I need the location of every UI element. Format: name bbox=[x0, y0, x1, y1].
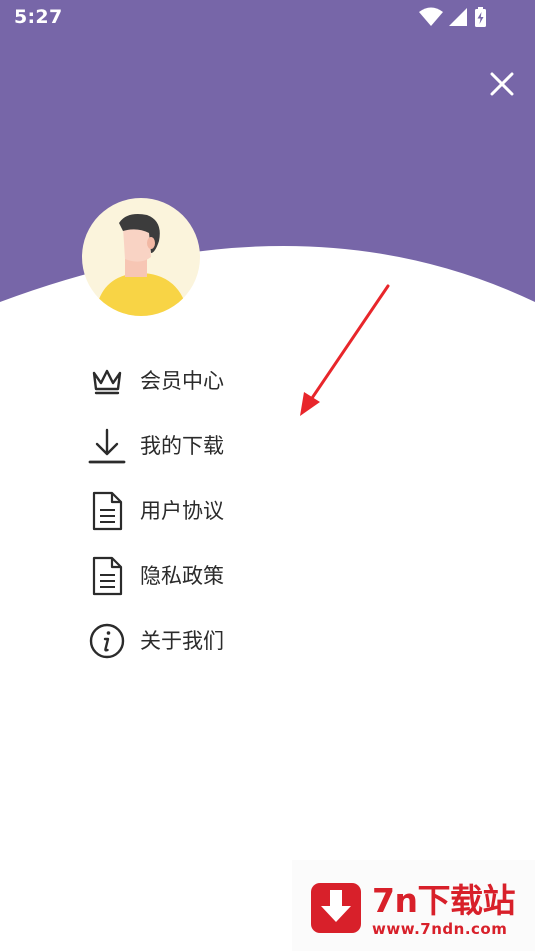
menu-item-label: 关于我们 bbox=[140, 629, 224, 653]
avatar[interactable] bbox=[81, 197, 201, 317]
menu-item-user-agreement[interactable]: 用户协议 bbox=[0, 478, 320, 543]
download-logo-icon bbox=[311, 883, 361, 933]
menu-item-label: 隐私政策 bbox=[140, 564, 224, 588]
document-icon bbox=[92, 491, 123, 531]
download-icon bbox=[88, 428, 126, 464]
watermark-title: 7n下载站 bbox=[372, 881, 515, 920]
menu-item-vip-center[interactable]: 会员中心 bbox=[0, 348, 320, 413]
wifi-icon bbox=[419, 7, 443, 26]
menu-item-label: 会员中心 bbox=[140, 369, 224, 393]
crown-icon bbox=[92, 369, 122, 395]
menu-item-label: 用户协议 bbox=[140, 499, 224, 523]
status-bar: 5:27 bbox=[0, 0, 535, 36]
menu-item-label: 我的下载 bbox=[140, 434, 224, 458]
signal-icon bbox=[449, 8, 467, 26]
watermark-url: www.7ndn.com bbox=[372, 920, 508, 938]
close-button[interactable] bbox=[482, 64, 522, 104]
close-icon bbox=[490, 72, 514, 96]
app-screen: 5:27 会员中心 我的下载 用户协议 隐私政策 关于我们 7n下载站 www.… bbox=[0, 0, 535, 951]
status-icons bbox=[419, 7, 486, 27]
battery-charging-icon bbox=[475, 7, 486, 27]
menu-item-my-downloads[interactable]: 我的下载 bbox=[0, 413, 320, 478]
info-icon bbox=[89, 623, 125, 659]
status-time: 5:27 bbox=[14, 6, 63, 28]
menu-item-about-us[interactable]: 关于我们 bbox=[0, 608, 320, 673]
drawer-menu: 会员中心 我的下载 用户协议 隐私政策 关于我们 bbox=[0, 348, 535, 673]
watermark: 7n下载站 www.7ndn.com bbox=[292, 860, 535, 951]
menu-item-privacy-policy[interactable]: 隐私政策 bbox=[0, 543, 320, 608]
document-icon bbox=[92, 556, 123, 596]
